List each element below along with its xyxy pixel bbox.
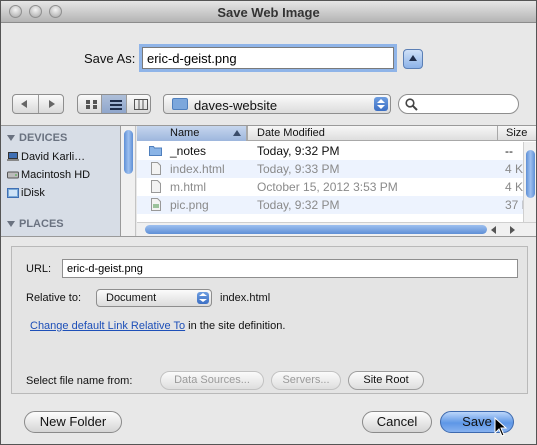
- file-list: Name Date Modified Size _notes Today, 9:…: [137, 126, 536, 236]
- forward-button[interactable]: [39, 95, 64, 113]
- file-date: Today, 9:32 PM: [257, 144, 340, 158]
- location-popup[interactable]: daves-website: [163, 94, 391, 114]
- save-as-row: Save As:: [1, 43, 536, 73]
- file-browser: DEVICES David Karli… Macintosh HD iDisk: [1, 125, 536, 237]
- url-label: URL:: [26, 263, 52, 275]
- laptop-icon: [7, 152, 19, 161]
- sidebar-item-label: iDisk: [21, 187, 45, 199]
- servers-button[interactable]: Servers...: [271, 371, 341, 390]
- relative-file-name: index.html: [220, 292, 271, 304]
- sidebar: DEVICES David Karli… Macintosh HD iDisk: [1, 126, 121, 236]
- sidebar-header-devices: DEVICES: [7, 132, 67, 144]
- browser-toolbar: daves-website: [1, 91, 536, 117]
- link-relative-suffix: in the site definition.: [185, 320, 286, 332]
- file-row: index.html Today, 9:33 PM 4 K: [137, 160, 536, 178]
- file-row: m.html October 15, 2012 3:53 PM 4 K: [137, 178, 536, 196]
- file-name: pic.png: [170, 198, 209, 212]
- horizontal-scroll-thumb[interactable]: [145, 225, 487, 234]
- file-row[interactable]: _notes Today, 9:32 PM --: [137, 142, 536, 160]
- icon-view-icon: [86, 100, 97, 109]
- sidebar-item-label: Macintosh HD: [21, 169, 91, 181]
- sidebar-item-idisk[interactable]: iDisk: [1, 187, 120, 202]
- window-title: Save Web Image: [217, 5, 320, 20]
- html-file-icon: [151, 162, 161, 175]
- select-file-name-label: Select file name from:: [26, 375, 133, 387]
- folder-icon: [149, 146, 162, 156]
- search-icon: [405, 98, 418, 111]
- sidebar-header-places: PLACES: [7, 218, 64, 230]
- sort-ascending-icon: [233, 130, 241, 136]
- sidebar-item-computer[interactable]: David Karli…: [1, 151, 120, 166]
- column-view-icon: [133, 99, 148, 110]
- search-input[interactable]: [398, 94, 519, 114]
- change-link-relative-link[interactable]: Change default Link Relative To: [30, 320, 185, 332]
- column-header-name[interactable]: Name: [137, 126, 247, 141]
- column-divider[interactable]: [247, 126, 248, 141]
- file-size: --: [505, 144, 513, 158]
- location-label: daves-website: [194, 98, 278, 113]
- file-name: m.html: [170, 180, 206, 194]
- sidebar-item-macintosh-hd[interactable]: Macintosh HD: [1, 169, 120, 184]
- hard-drive-icon: [7, 171, 19, 179]
- view-mode-switch: [77, 94, 151, 114]
- html-file-icon: [151, 180, 161, 193]
- relative-to-select[interactable]: Document: [96, 289, 212, 307]
- column-view-button[interactable]: [127, 95, 150, 113]
- relative-to-value: Document: [106, 292, 157, 304]
- cancel-button[interactable]: Cancel: [362, 411, 432, 433]
- link-relative-note: Change default Link Relative To in the s…: [30, 320, 285, 332]
- title-bar: Save Web Image: [1, 1, 536, 23]
- list-view-button[interactable]: [102, 95, 127, 113]
- sidebar-scroll-thumb[interactable]: [124, 130, 133, 174]
- icon-view-button[interactable]: [78, 95, 103, 113]
- relative-to-label: Relative to:: [26, 292, 82, 304]
- column-header-size[interactable]: Size: [506, 127, 527, 139]
- image-options-panel: URL: Relative to: Document index.html Ch…: [11, 246, 528, 394]
- file-list-vertical-scrollbar[interactable]: [523, 142, 536, 222]
- file-row: pic.png Today, 9:32 PM 37 K: [137, 196, 536, 214]
- column-header-date[interactable]: Date Modified: [257, 127, 325, 139]
- scroll-arrows-icon[interactable]: [490, 225, 520, 235]
- file-date: October 15, 2012 3:53 PM: [257, 180, 398, 194]
- collapse-disclosure-button[interactable]: [403, 49, 423, 69]
- sidebar-scrollbar[interactable]: [121, 126, 136, 236]
- image-file-icon: [151, 198, 161, 211]
- file-size: 4 K: [505, 180, 524, 194]
- save-as-label: Save As:: [84, 51, 136, 66]
- vertical-scroll-thumb[interactable]: [526, 150, 535, 198]
- file-size: 4 K: [505, 162, 524, 176]
- site-root-button[interactable]: Site Root: [348, 371, 424, 390]
- url-input[interactable]: [62, 259, 518, 278]
- popup-arrows-icon: [197, 292, 209, 304]
- popup-arrows-icon: [374, 97, 388, 111]
- mouse-pointer-icon: [494, 417, 508, 437]
- new-folder-button[interactable]: New Folder: [24, 411, 122, 433]
- file-date: Today, 9:33 PM: [257, 162, 340, 176]
- file-name: index.html: [170, 162, 225, 176]
- data-sources-button[interactable]: Data Sources...: [160, 371, 264, 390]
- sidebar-item-label: David Karli…: [21, 151, 86, 163]
- idisk-icon: [7, 188, 19, 198]
- column-header-name-label: Name: [170, 127, 200, 139]
- file-list-horizontal-scrollbar[interactable]: [137, 222, 536, 236]
- list-view-icon: [110, 100, 123, 110]
- column-divider[interactable]: [497, 126, 498, 141]
- file-name: _notes: [170, 144, 207, 158]
- file-list-header: Name Date Modified Size: [137, 126, 536, 141]
- history-nav: [12, 94, 64, 114]
- back-button[interactable]: [13, 95, 39, 113]
- file-date: Today, 9:32 PM: [257, 198, 340, 212]
- save-as-input[interactable]: [142, 47, 394, 69]
- folder-icon: [172, 98, 188, 110]
- save-dialog: Save Web Image Save As: eric-d-geist.png…: [0, 0, 537, 445]
